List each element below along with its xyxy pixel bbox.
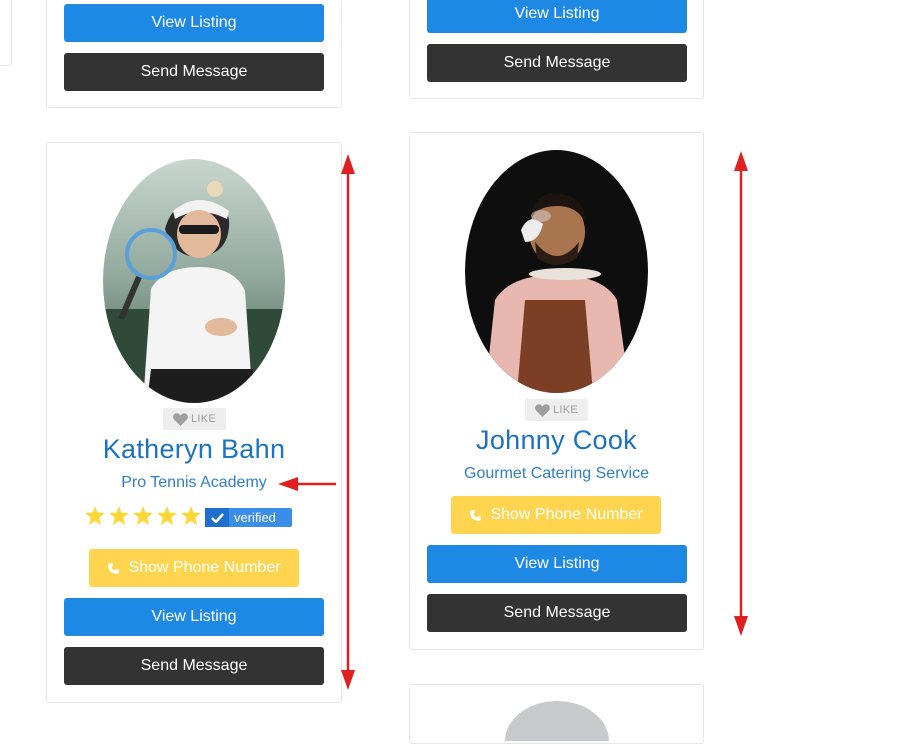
phone-icon xyxy=(107,562,120,575)
view-listing-button[interactable]: View Listing xyxy=(427,545,687,583)
tennis-player-image xyxy=(103,159,285,403)
star-icon xyxy=(109,506,129,525)
view-listing-button[interactable]: View Listing xyxy=(64,598,324,636)
star-icon xyxy=(85,506,105,525)
show-phone-button[interactable]: Show Phone Number xyxy=(89,549,299,587)
star-icon xyxy=(181,506,201,525)
show-phone-button[interactable]: Show Phone Number xyxy=(451,496,661,534)
phone-icon xyxy=(469,509,482,522)
heart-icon xyxy=(173,412,188,426)
like-button[interactable]: LIKE xyxy=(525,399,588,421)
like-button[interactable]: LIKE xyxy=(163,408,226,430)
send-message-button[interactable]: Send Message xyxy=(64,647,324,685)
star-icon xyxy=(157,506,177,525)
send-message-button[interactable]: Send Message xyxy=(64,53,324,91)
listing-card-johnny: LIKE Johnny Cook Gourmet Catering Servic… xyxy=(409,132,704,650)
profile-photo xyxy=(505,701,609,741)
send-message-button[interactable]: Send Message xyxy=(427,594,687,632)
show-phone-label: Show Phone Number xyxy=(490,506,643,523)
like-label: LIKE xyxy=(552,404,579,416)
listing-card-bottom-right xyxy=(409,684,704,744)
listing-card-katheryn: LIKE Katheryn Bahn Pro Tennis Academy ve… xyxy=(46,142,342,703)
profile-photo xyxy=(103,159,285,403)
star-rating xyxy=(85,506,201,525)
listing-name[interactable]: Johnny Cook xyxy=(410,425,703,456)
height-annotation-arrow-right xyxy=(734,151,748,636)
view-listing-button[interactable]: View Listing xyxy=(64,4,324,42)
pointer-annotation-arrow xyxy=(278,477,336,491)
like-label: LIKE xyxy=(190,413,217,425)
show-phone-label: Show Phone Number xyxy=(128,559,281,576)
star-icon xyxy=(133,506,153,525)
view-listing-button[interactable]: View Listing xyxy=(427,0,687,33)
listing-card-top-right: View Listing Send Message xyxy=(409,0,704,99)
profile-photo xyxy=(465,150,648,393)
business-name[interactable]: Gourmet Catering Service xyxy=(410,465,703,483)
left-panel-edge xyxy=(0,0,12,66)
chef-image xyxy=(465,150,648,393)
listing-card-top-left: View Listing Send Message xyxy=(46,0,342,108)
listing-name[interactable]: Katheryn Bahn xyxy=(47,434,341,465)
send-message-button[interactable]: Send Message xyxy=(427,44,687,82)
verified-badge: verified xyxy=(205,508,292,527)
heart-icon xyxy=(535,403,550,417)
height-annotation-arrow-left xyxy=(341,154,355,690)
checkmark-icon xyxy=(205,508,229,527)
verified-label: verified xyxy=(234,510,276,525)
